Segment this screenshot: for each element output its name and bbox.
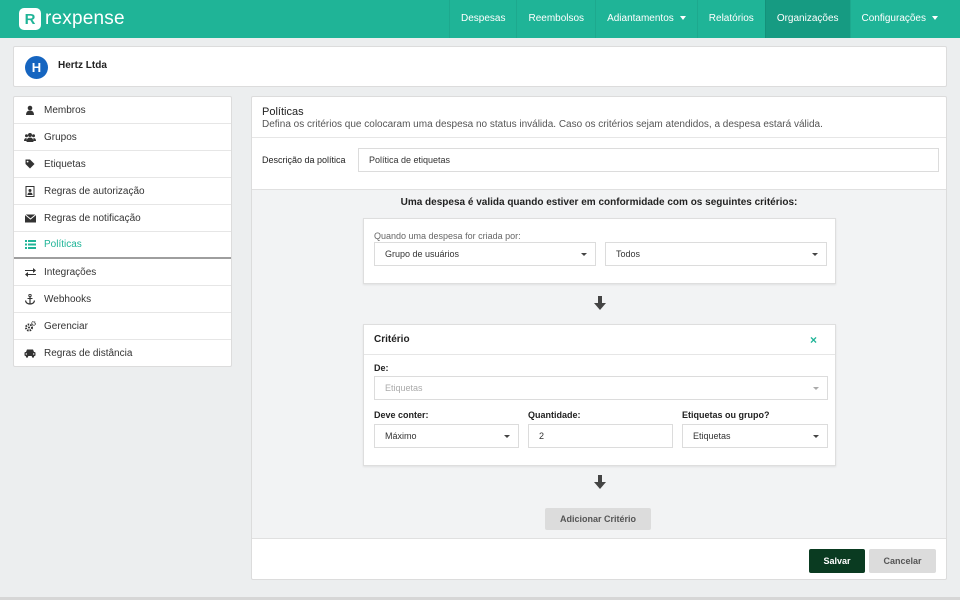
exchange-icon xyxy=(24,266,36,278)
caret-down-icon xyxy=(932,16,938,21)
anchor-icon xyxy=(24,293,36,305)
sidebar-item-label: Grupos xyxy=(44,131,77,143)
sidebar-item-integracoes[interactable]: Integrações xyxy=(14,259,231,286)
nav-relatorios[interactable]: Relatórios xyxy=(696,0,765,38)
sidebar-item-etiquetas[interactable]: Etiquetas xyxy=(14,151,231,178)
car-icon xyxy=(24,348,36,360)
sidebar-item-membros[interactable]: Membros xyxy=(14,97,231,124)
sidebar-item-label: Membros xyxy=(44,104,86,116)
users-icon xyxy=(24,131,36,143)
description-input[interactable]: Política de etiquetas xyxy=(358,148,939,172)
tag-icon xyxy=(24,158,36,170)
main-nav: Despesas Reembolsos Adiantamentos Relató… xyxy=(449,0,960,38)
sidebar-item-politicas[interactable]: Políticas xyxy=(14,232,231,259)
chevron-down-icon xyxy=(581,253,587,256)
list-icon xyxy=(24,239,36,251)
company-avatar: H xyxy=(25,56,48,79)
creator-type-select[interactable]: Grupo de usuários xyxy=(374,242,596,266)
chevron-down-icon xyxy=(504,435,510,438)
top-navbar: R rexpense Despesas Reembolsos Adiantame… xyxy=(0,0,960,38)
arrow-down-icon xyxy=(594,475,606,489)
add-criterion-button[interactable]: Adicionar Critério xyxy=(545,508,651,530)
envelope-icon xyxy=(24,212,36,224)
tags-or-group-select[interactable]: Etiquetas xyxy=(682,424,828,448)
criterion-card: Critério × De: Etiquetas Deve conter: Má… xyxy=(363,324,836,466)
company-header: H Hertz Ltda xyxy=(13,46,947,87)
sidebar-item-label: Integrações xyxy=(44,266,97,278)
gears-icon xyxy=(24,320,36,332)
nav-reembolsos[interactable]: Reembolsos xyxy=(516,0,595,38)
sidebar-item-label: Regras de distância xyxy=(44,348,133,359)
nav-configuracoes[interactable]: Configurações xyxy=(849,0,960,38)
sidebar-item-regras-autorizacao[interactable]: Regras de autorização xyxy=(14,178,231,205)
page-subtitle: Defina os critérios que colocaram uma de… xyxy=(262,119,823,130)
quantity-label: Quantidade: xyxy=(528,410,581,420)
save-button[interactable]: Salvar xyxy=(809,549,865,573)
sidebar-item-label: Gerenciar xyxy=(44,320,88,332)
from-select[interactable]: Etiquetas xyxy=(374,376,828,400)
nav-adiantamentos[interactable]: Adiantamentos xyxy=(595,0,697,38)
quantity-input[interactable]: 2 xyxy=(528,424,673,448)
description-label: Descrição da política xyxy=(262,155,346,165)
chevron-down-icon xyxy=(813,387,819,390)
sidebar-item-label: Regras de notificação xyxy=(44,212,141,224)
tags-or-group-label: Etiquetas ou grupo? xyxy=(682,410,770,420)
cancel-button[interactable]: Cancelar xyxy=(869,549,936,573)
page-title: Políticas xyxy=(262,106,304,118)
logo-icon: R xyxy=(19,8,41,30)
creator-card: Quando uma despesa for criada por: Grupo… xyxy=(363,218,836,284)
nav-organizacoes[interactable]: Organizações xyxy=(764,0,850,38)
sidebar-item-gerenciar[interactable]: Gerenciar xyxy=(14,313,231,340)
criteria-area: Uma despesa é valida quando estiver em c… xyxy=(252,189,946,539)
arrow-down-icon xyxy=(594,296,606,310)
sidebar-item-webhooks[interactable]: Webhooks xyxy=(14,286,231,313)
criterion-title: Critério xyxy=(374,334,410,345)
must-contain-label: Deve conter: xyxy=(374,410,429,420)
sidebar-item-label: Webhooks xyxy=(44,293,92,305)
nav-despesas[interactable]: Despesas xyxy=(449,0,516,38)
sidebar-item-regras-notificacao[interactable]: Regras de notificação xyxy=(14,205,231,232)
creator-who-select[interactable]: Todos xyxy=(605,242,827,266)
settings-sidebar: Membros Grupos Etiquetas Regras de autor… xyxy=(13,96,232,367)
divider xyxy=(364,354,835,355)
policy-panel: Políticas Defina os critérios que coloca… xyxy=(251,96,947,580)
chevron-down-icon xyxy=(812,253,818,256)
criteria-heading: Uma despesa é valida quando estiver em c… xyxy=(400,197,798,208)
brand-logo[interactable]: R rexpense xyxy=(19,8,125,30)
must-contain-select[interactable]: Máximo xyxy=(374,424,519,448)
badge-icon xyxy=(24,185,36,197)
sidebar-item-label: Políticas xyxy=(44,239,82,250)
sidebar-item-regras-distancia[interactable]: Regras de distância xyxy=(14,340,231,367)
divider xyxy=(252,137,946,138)
sidebar-item-grupos[interactable]: Grupos xyxy=(14,124,231,151)
brand-name: rexpense xyxy=(45,8,125,29)
sidebar-item-label: Regras de autorização xyxy=(44,185,145,197)
sidebar-item-label: Etiquetas xyxy=(44,158,86,170)
close-icon[interactable]: × xyxy=(810,333,817,347)
from-label: De: xyxy=(374,363,389,373)
caret-down-icon xyxy=(679,16,686,21)
chevron-down-icon xyxy=(813,435,819,438)
creator-label: Quando uma despesa for criada por: xyxy=(374,231,521,241)
company-name: Hertz Ltda xyxy=(58,60,107,71)
user-icon xyxy=(24,104,36,116)
